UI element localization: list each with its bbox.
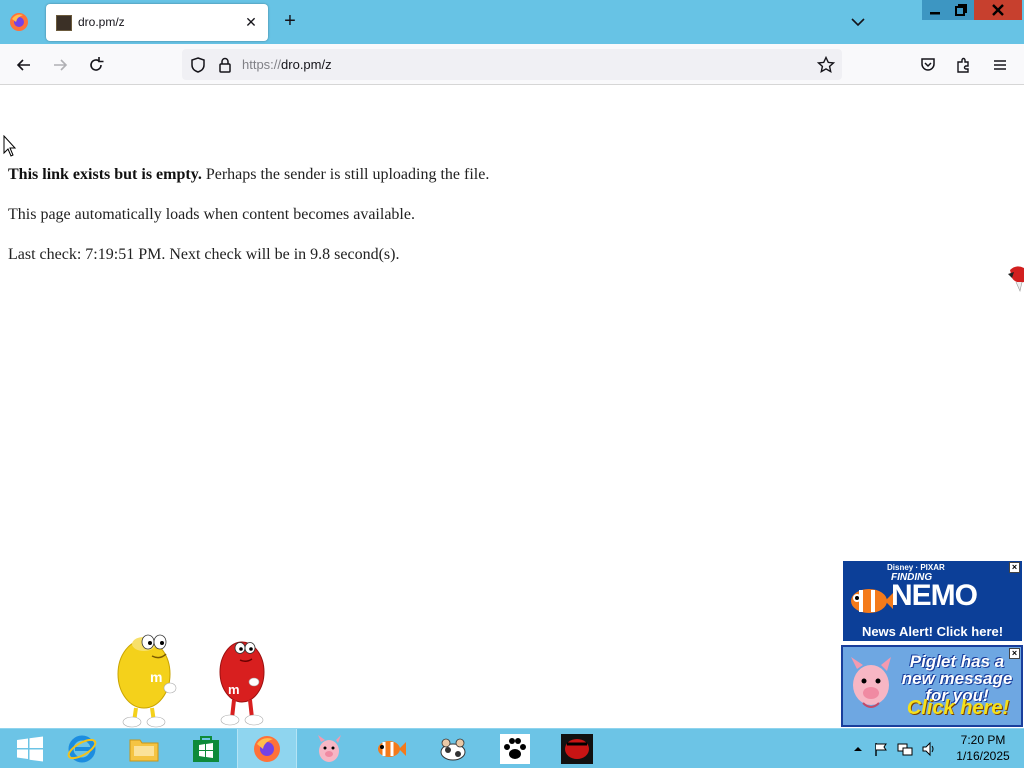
active-tab[interactable]: dro.pm/z ✕ (46, 4, 268, 41)
network-icon[interactable] (897, 741, 913, 757)
piglet-ad-cta[interactable]: Click here! (903, 697, 1013, 720)
piglet-icon (318, 735, 341, 762)
taskbar-file-explorer[interactable] (114, 729, 174, 768)
tab-title: dro.pm/z (78, 15, 125, 29)
page-content: This link exists but is empty. Perhaps t… (8, 165, 489, 285)
empty-link-notice: This link exists but is empty. (8, 166, 202, 183)
tracking-protection-shield-icon[interactable] (188, 55, 208, 75)
pocket-icon[interactable] (918, 55, 938, 75)
start-button[interactable] (0, 729, 60, 768)
red-mascot: m (219, 641, 265, 726)
taskbar-internet-explorer[interactable] (52, 729, 112, 768)
nemo-ad-brand: Disney · PIXAR (887, 563, 945, 572)
red-bird-icon (1008, 266, 1024, 292)
url-host: dro.pm/z (281, 57, 332, 72)
list-all-tabs-chevron-down-icon[interactable] (848, 12, 868, 32)
taskbar-store[interactable] (176, 729, 236, 768)
last-check-status: Last check: 7:19:51 PM. Next check will … (8, 246, 400, 263)
system-clock[interactable]: 7:20 PM 1/16/2025 (950, 732, 1016, 764)
volume-speaker-icon[interactable] (921, 741, 937, 757)
internet-explorer-icon (67, 735, 97, 763)
back-arrow-icon[interactable] (14, 55, 34, 75)
taskbar-paw[interactable] (485, 729, 545, 768)
close-nemo-ad-icon[interactable]: × (1009, 562, 1020, 573)
window-close-button[interactable] (974, 0, 1022, 20)
svg-text:m: m (228, 682, 240, 697)
bookmark-star-icon[interactable] (816, 55, 836, 75)
clownfish-icon (851, 589, 893, 613)
uploading-notice: Perhaps the sender is still uploading th… (201, 166, 490, 183)
taskbar: 7:20 PM 1/16/2025 (0, 728, 1024, 768)
site-favicon-icon (56, 15, 72, 31)
lock-icon[interactable] (215, 55, 235, 75)
cow-icon (440, 738, 466, 761)
browser-tab-bar: dro.pm/z ✕ + (0, 0, 1024, 44)
url-text[interactable]: https://dro.pm/z (242, 57, 332, 72)
svg-text:m: m (150, 669, 162, 685)
piglet-ad[interactable]: Piglet has a new message for you! Click … (841, 645, 1023, 727)
yellow-mascot: m (117, 634, 177, 728)
firefox-logo-icon[interactable] (8, 11, 30, 33)
extensions-puzzle-icon[interactable] (954, 55, 974, 75)
finding-nemo-ad[interactable]: Disney · PIXAR FINDING NEMO News Alert! … (843, 561, 1022, 641)
navigation-toolbar: https://dro.pm/z (0, 44, 1024, 85)
store-icon (193, 736, 219, 762)
status-message: This link exists but is empty. Perhaps t… (8, 165, 489, 205)
window-minimize-button[interactable] (922, 0, 948, 20)
new-tab-button[interactable]: + (280, 11, 300, 31)
hamburger-menu-icon[interactable] (990, 55, 1010, 75)
nemo-ad-alert[interactable]: News Alert! Click here! (843, 623, 1022, 641)
taskbar-firefox[interactable] (237, 729, 297, 768)
url-bar[interactable]: https://dro.pm/z (182, 49, 842, 80)
taskbar-nemo[interactable] (361, 729, 421, 768)
close-piglet-ad-icon[interactable]: × (1009, 648, 1020, 659)
show-hidden-icons-icon[interactable] (850, 741, 866, 757)
mouse-cursor-icon (3, 135, 17, 157)
clock-date: 1/16/2025 (956, 749, 1010, 763)
taskbar-red-app[interactable] (547, 729, 607, 768)
folder-icon (129, 739, 159, 762)
nemo-ad-title: NEMO (891, 579, 978, 612)
paw-print-icon (500, 734, 530, 764)
forward-arrow-icon[interactable] (50, 55, 70, 75)
piglet-icon (851, 657, 891, 708)
taskbar-piglet[interactable] (299, 729, 359, 768)
red-app-icon (561, 734, 593, 764)
auto-load-notice: This page automatically loads when conte… (8, 206, 415, 223)
clock-time: 7:20 PM (960, 733, 1006, 747)
firefox-icon (254, 736, 280, 762)
action-center-flag-icon[interactable] (873, 741, 889, 757)
window-restore-button[interactable] (948, 0, 974, 20)
url-scheme: https:// (242, 57, 282, 72)
taskbar-cows[interactable] (423, 729, 483, 768)
reload-icon[interactable] (86, 55, 106, 75)
clownfish-icon (378, 741, 406, 757)
windows-logo-icon (17, 736, 43, 762)
close-tab-icon[interactable]: ✕ (242, 13, 260, 31)
